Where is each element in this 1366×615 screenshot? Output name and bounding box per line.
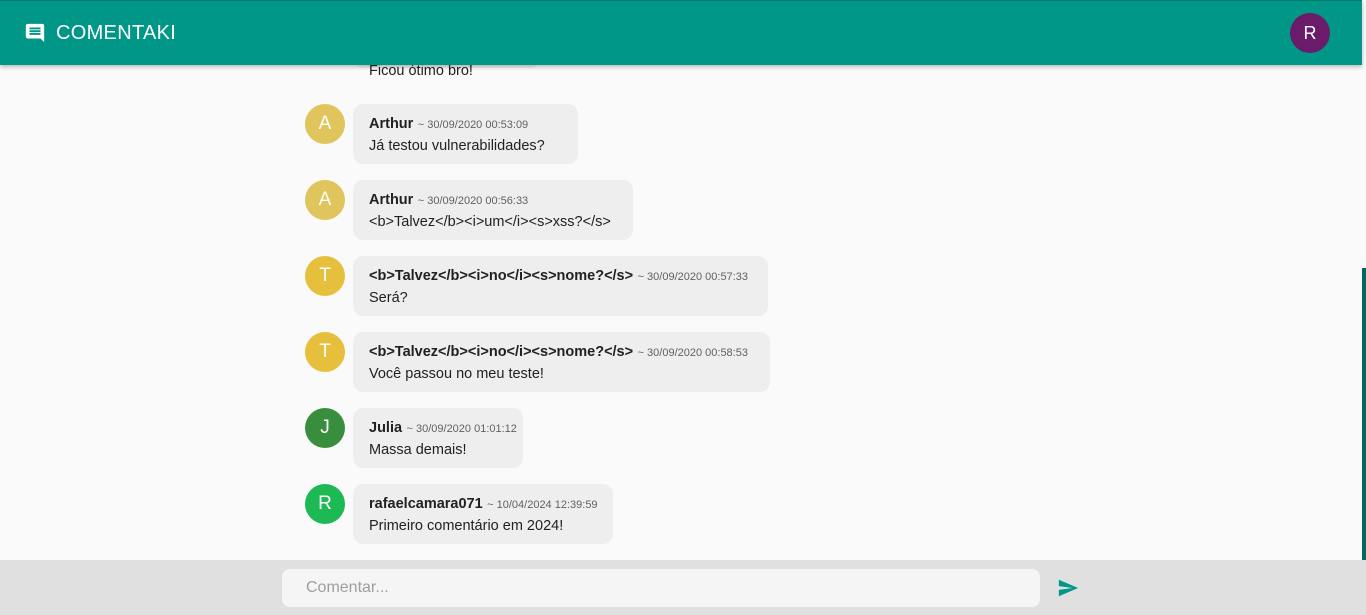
comment-meta: Arthur ~ 30/09/2020 00:53:09: [369, 115, 528, 134]
comment-text: <b>Talvez</b><i>um</i><s>xss?</s>: [369, 214, 611, 230]
comment-meta: <b>Talvez</b><i>no</i><s>nome?</s> ~ 30/…: [369, 343, 748, 362]
comment-timestamp: ~ 30/09/2020 00:57:33: [637, 271, 748, 283]
comment-avatar: T: [305, 256, 345, 296]
comment-input[interactable]: [282, 569, 1040, 607]
comment-author: rafaelcamara071: [369, 496, 483, 512]
comment-composer: [0, 560, 1366, 615]
send-button[interactable]: [1056, 577, 1080, 599]
comment-author: Julia: [369, 420, 403, 436]
comment-avatar: J: [305, 408, 345, 448]
comment-avatar: R: [305, 484, 345, 524]
comment-author: <b>Talvez</b><i>no</i><s>nome?</s>: [369, 268, 634, 284]
comment-text: Massa demais!: [369, 442, 467, 458]
comment-timestamp: ~ 10/04/2024 12:39:59: [487, 499, 598, 511]
comment-bubble: rafaelcamara071 ~ 10/04/2024 12:39:59 Pr…: [353, 484, 613, 544]
comment-bubble: Arthur ~ 30/09/2020 00:56:33 <b>Talvez</…: [353, 180, 633, 240]
comment-bubble: <b>Talvez</b><i>no</i><s>nome?</s> ~ 30/…: [353, 332, 770, 392]
send-icon: [1058, 579, 1079, 597]
comment-author: <b>Talvez</b><i>no</i><s>nome?</s>: [369, 344, 634, 360]
comment-author: Arthur: [369, 192, 414, 208]
scrollbar[interactable]: [1362, 268, 1366, 560]
comment-bubble: Arthur ~ 30/09/2020 00:53:09 Já testou v…: [353, 104, 578, 164]
comment-meta: rafaelcamara071 ~ 10/04/2024 12:39:59: [369, 495, 598, 514]
comment-avatar: A: [305, 104, 345, 144]
comment-bubble: <b>Talvez</b><i>no</i><s>nome?</s> ~ 30/…: [353, 256, 768, 316]
app-title: COMENTAKI: [56, 22, 177, 44]
comment-avatar: A: [305, 180, 345, 220]
comment-bubble: Julia ~ 30/09/2020 01:01:12 Massa demais…: [353, 408, 523, 468]
user-avatar[interactable]: R: [1290, 13, 1330, 53]
comment-text: Será?: [369, 290, 408, 306]
comment-meta: Julia ~ 30/09/2020 01:01:12: [369, 419, 517, 438]
comment-icon: [25, 23, 45, 43]
comment-text: Já testou vulnerabilidades?: [369, 138, 545, 154]
comment-timestamp: ~ 30/09/2020 01:01:12: [406, 423, 517, 435]
comment-meta: Arthur ~ 30/09/2020 00:56:33: [369, 191, 528, 210]
comment-avatar: T: [305, 332, 345, 372]
user-initial: R: [1303, 22, 1317, 43]
comment-text: Primeiro comentário em 2024!: [369, 518, 564, 534]
app-bar: COMENTAKI R: [0, 0, 1362, 65]
comment-timestamp: ~ 30/09/2020 00:56:33: [417, 195, 529, 207]
comment-meta: <b>Talvez</b><i>no</i><s>nome?</s> ~ 30/…: [369, 267, 748, 286]
comment-author: Arthur: [369, 116, 414, 132]
comment-timestamp: ~ 30/09/2020 00:58:53: [637, 347, 748, 359]
comment-feed[interactable]: Ficou ótimo bro! A Arthur ~ 30/09/2020 0…: [0, 0, 1362, 560]
comment-timestamp: ~ 30/09/2020 00:53:09: [417, 119, 529, 131]
comment-text: Você passou no meu teste!: [369, 366, 544, 382]
